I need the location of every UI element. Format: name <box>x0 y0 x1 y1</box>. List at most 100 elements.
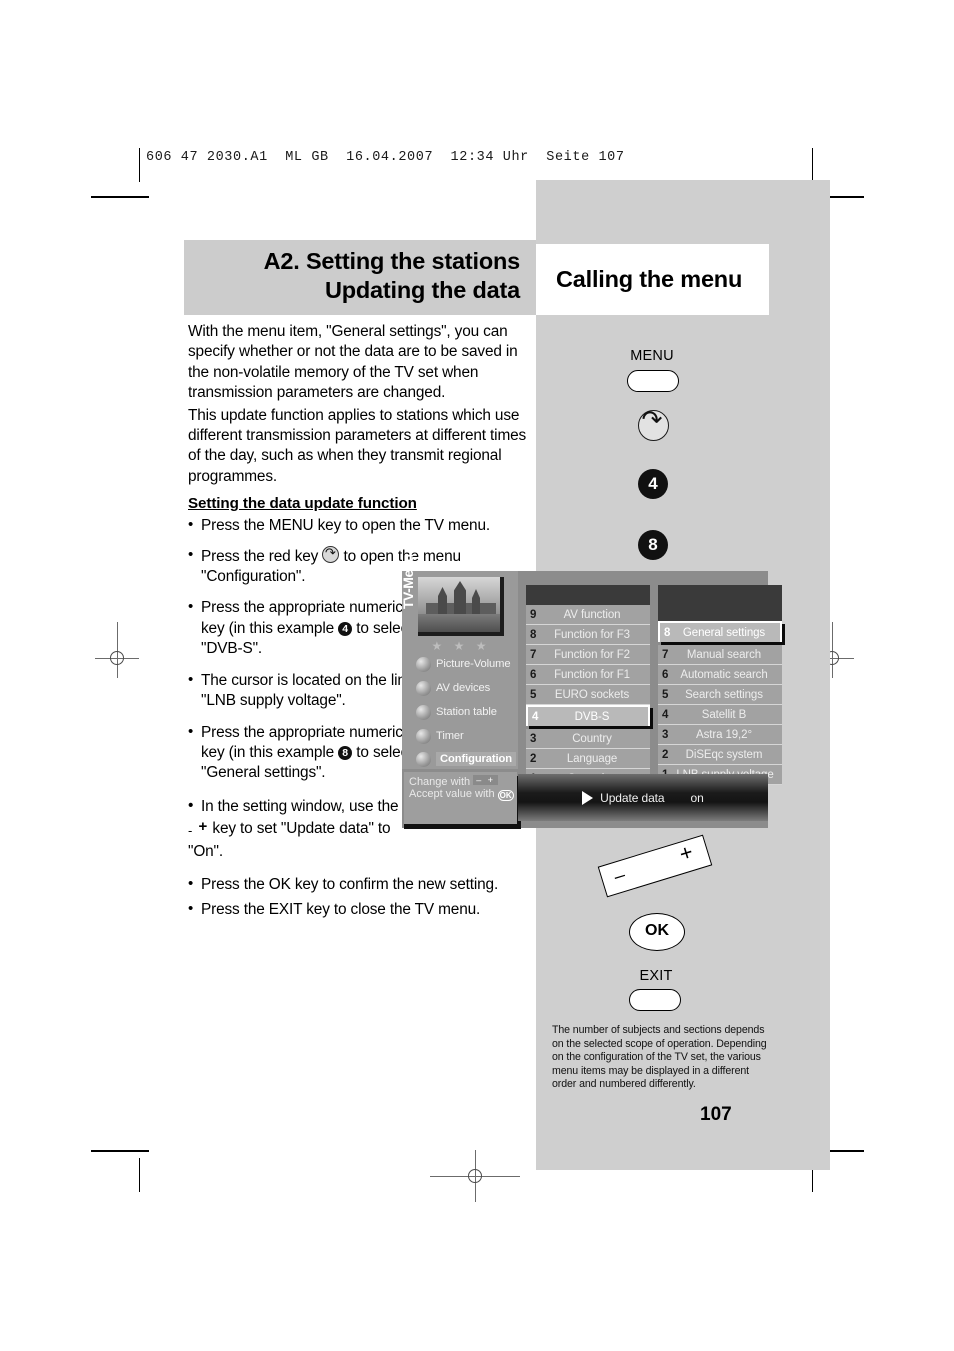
row-label: DiSEqc system <box>685 748 763 761</box>
sphere-icon <box>416 704 431 720</box>
osd-menu-item-station-table[interactable]: Station table <box>416 701 516 723</box>
step-4-text: The cursor is located on the line "LNB s… <box>201 671 415 710</box>
osd-help-line2-text: Accept value with <box>409 788 495 800</box>
ok-icon: OK <box>497 790 514 801</box>
row-number: 8 <box>530 628 537 641</box>
page-title-line2: Updating the data <box>324 277 520 303</box>
row-label: Manual search <box>686 648 762 661</box>
exit-key-button[interactable] <box>629 989 681 1011</box>
sphere-icon <box>416 656 431 672</box>
menu-key-button[interactable] <box>627 370 679 392</box>
step-item-1: Press the MENU key to open the TV menu. <box>188 515 536 536</box>
row-number: 6 <box>662 668 669 681</box>
osd-row-euro-sockets[interactable]: 5 EURO sockets <box>526 685 650 705</box>
osd-menu-item-timer[interactable]: Timer <box>416 725 516 747</box>
row-label: Function for F2 <box>554 648 630 661</box>
osd-row-diseqc-system[interactable]: 2 DiSEqc system <box>658 745 782 765</box>
crop-mark-bottom-left-v <box>139 1158 140 1192</box>
row-number: 3 <box>530 732 537 745</box>
crop-mark-top-left-v <box>139 148 140 182</box>
step-2-text-a: Press the red key <box>201 547 319 565</box>
row-number: 2 <box>530 752 537 765</box>
exit-key-label: EXIT <box>639 968 673 984</box>
osd-column-dvb-s: 8 General settings 7 Manual search 6 Automa… <box>658 621 782 785</box>
osd-main-menu-panel: ★ ★ ★ TV-Menu Picture-Volume AV devices … <box>400 554 518 770</box>
osd-setting-value: on <box>690 790 704 805</box>
osd-row-automatic-search[interactable]: 6 Automatic search <box>658 665 782 685</box>
osd-row-manual-search[interactable]: 7 Manual search <box>658 645 782 665</box>
osd-menu-item-label: Picture-Volume <box>436 658 511 670</box>
osd-help-line2: Accept value with OK <box>409 788 514 801</box>
osd-row-function-f1[interactable]: 6 Function for F1 <box>526 665 650 685</box>
crop-mark-top-left-h <box>91 196 149 198</box>
row-label: DVB-S <box>574 710 610 723</box>
step-item-6: • In the setting window, use the - + key… <box>188 796 399 860</box>
registration-mark-bottom <box>430 1150 520 1202</box>
num-key-8-button[interactable]: 8 <box>638 530 668 560</box>
osd-row-general-settings-selected[interactable]: 8 General settings <box>658 621 782 642</box>
osd-row-country[interactable]: 3 Country <box>526 729 650 749</box>
row-label: Astra 19,2° <box>696 728 752 741</box>
crop-mark-bottom-left-h <box>91 1150 149 1152</box>
num-key-8-inline-icon: 8 <box>338 745 353 760</box>
row-number: 4 <box>532 710 539 723</box>
osd-stars: ★ ★ ★ <box>431 639 491 653</box>
sphere-icon <box>416 728 431 744</box>
osd-setting-label: Update data <box>600 790 665 805</box>
paragraph-1: With the menu item, "General settings", … <box>188 323 518 402</box>
osd-help-line1-text: Change with <box>409 776 471 788</box>
sphere-icon <box>416 680 431 696</box>
osd-help-box-shadow-bar <box>404 824 517 829</box>
row-label: General settings <box>682 626 766 639</box>
osd-row-function-f3[interactable]: 8 Function for F3 <box>526 625 650 645</box>
step-item-8: Press the EXIT key to close the TV menu. <box>188 899 536 920</box>
osd-row-dvb-s-selected[interactable]: 4 DVB-S <box>526 705 650 726</box>
osd-column-header <box>526 585 650 605</box>
ok-key-button[interactable]: OK <box>629 913 685 951</box>
row-number: 2 <box>662 748 669 761</box>
row-number: 6 <box>530 668 537 681</box>
minus-label: – <box>611 864 628 888</box>
row-label: Function for F3 <box>554 628 630 641</box>
row-number: 5 <box>662 688 669 701</box>
step-7-text: Press the OK key to confirm the new sett… <box>201 875 499 893</box>
osd-menu-item-picture-volume[interactable]: Picture-Volume <box>416 653 516 675</box>
menu-key-label: MENU <box>630 348 674 364</box>
row-label: Automatic search <box>680 668 768 681</box>
tv-osd-screenshot: ★ ★ ★ TV-Menu Picture-Volume AV devices … <box>400 554 782 829</box>
osd-column-b-header <box>658 585 782 621</box>
osd-row-satellit-b[interactable]: 4 Satellit B <box>658 705 782 725</box>
num-key-4-inline-icon: 4 <box>338 621 353 636</box>
osd-row-astra[interactable]: 3 Astra 19,2° <box>658 725 782 745</box>
row-label: EURO sockets <box>554 688 630 701</box>
step-item-4: The cursor is located on the line "LNB s… <box>188 670 416 712</box>
osd-help-line1: Change with – + <box>409 775 498 788</box>
step-item-7: Press the OK key to confirm the new sett… <box>188 874 536 895</box>
osd-menu-item-label: AV devices <box>436 682 491 694</box>
osd-menu-item-av-devices[interactable]: AV devices <box>416 677 516 699</box>
page-number: 107 <box>700 1104 732 1125</box>
osd-row-search-settings[interactable]: 5 Search settings <box>658 685 782 705</box>
osd-menu-item-configuration[interactable]: Configuration <box>416 748 517 770</box>
osd-row-language[interactable]: 2 Language <box>526 749 650 769</box>
row-label: Function for F1 <box>554 668 630 681</box>
osd-column-configuration: 9 AV function 8 Function for F3 7 Function … <box>526 585 650 789</box>
page-title: A2. Setting the stations Updating the da… <box>184 240 536 315</box>
row-number: 7 <box>662 648 669 661</box>
step-6-text-b: key to set "Update data" to "On". <box>188 820 391 860</box>
num-key-4-button[interactable]: 4 <box>638 469 668 499</box>
osd-preview-image <box>418 577 504 636</box>
row-label: Satellit B <box>701 708 747 721</box>
plus-label: + <box>676 839 696 867</box>
section-title-calling-the-menu: Calling the menu <box>536 244 769 315</box>
osd-row-av-function[interactable]: 9 AV function <box>526 605 650 625</box>
row-label: Country <box>572 732 612 745</box>
row-number: 5 <box>530 688 537 701</box>
step-8-text: Press the EXIT key to close the TV menu. <box>201 901 481 919</box>
osd-row-function-f2[interactable]: 7 Function for F2 <box>526 645 650 665</box>
step-item-5: Press the appropriate numeric key (in th… <box>188 721 416 784</box>
red-key-button[interactable] <box>638 410 669 441</box>
row-label: AV function <box>563 608 621 621</box>
row-number: 8 <box>664 626 671 639</box>
section-title-text: Calling the menu <box>556 266 743 292</box>
